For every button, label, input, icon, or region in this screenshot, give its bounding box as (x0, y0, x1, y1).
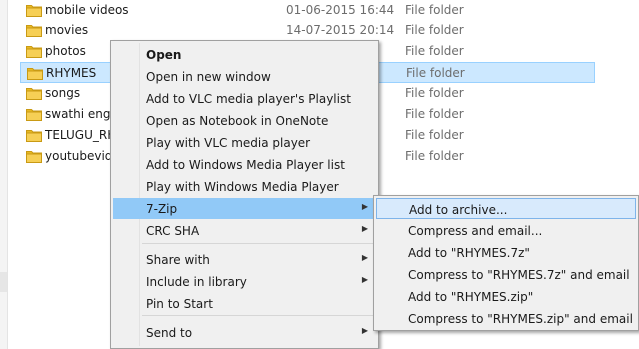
file-type: File folder (405, 23, 464, 37)
file-name: photos (45, 44, 86, 58)
navigation-pane-edge (0, 0, 8, 349)
file-type: File folder (405, 107, 464, 121)
menu-item-label: CRC SHA (146, 224, 200, 238)
file-date: 01-06-2015 16:44 (286, 3, 395, 17)
menu-item-7-zip[interactable]: 7-Zip ▶ (113, 198, 376, 219)
menu-item-play-with-windows-media-player[interactable]: Play with Windows Media Player (113, 176, 376, 197)
menu-item-label: Send to (146, 326, 193, 340)
menu-item-label: Play with Windows Media Player (146, 180, 339, 194)
menu-item-label: Play with VLC media player (146, 136, 311, 150)
menu-item-add-to-windows-media-player-list[interactable]: Add to Windows Media Player list (113, 154, 376, 175)
menu-item-send-to[interactable]: Send to ▶ (113, 322, 376, 343)
menu-item-open-in-new-window[interactable]: Open in new window (113, 66, 376, 87)
submenu-item-compress-and-email[interactable]: Compress and email... (376, 220, 636, 241)
submenu-item-compress-to-rhymes-7z-and-email[interactable]: Compress to "RHYMES.7z" and email (376, 264, 636, 285)
submenu-item-label: Add to "RHYMES.7z" (408, 246, 530, 260)
submenu-item-add-to-rhymes-7z[interactable]: Add to "RHYMES.7z" (376, 242, 636, 263)
file-type: File folder (405, 3, 464, 17)
file-type: File folder (405, 44, 464, 58)
menu-item-add-to-vlc-media-player-s-playlist[interactable]: Add to VLC media player's Playlist (113, 88, 376, 109)
menu-item-include-in-library[interactable]: Include in library ▶ (113, 271, 376, 292)
menu-item-label: Add to Windows Media Player list (146, 158, 345, 172)
menu-item-play-with-vlc-media-player[interactable]: Play with VLC media player (113, 132, 376, 153)
menu-item-share-with[interactable]: Share with ▶ (113, 249, 376, 270)
file-name: youtubevide (45, 149, 120, 163)
folder-icon (26, 4, 42, 17)
submenu-item-label: Add to archive... (409, 203, 508, 217)
file-name: RHYMES (46, 66, 97, 80)
folder-icon (26, 129, 42, 142)
menu-item-open[interactable]: Open (113, 44, 376, 65)
file-type: File folder (405, 149, 464, 163)
submenu-item-label: Compress to "RHYMES.7z" and email (408, 268, 630, 282)
folder-icon (26, 45, 42, 58)
file-name: movies (45, 23, 89, 37)
menu-item-crc-sha[interactable]: CRC SHA ▶ (113, 220, 376, 241)
7zip-submenu: Add to archive... Compress and email... Ad… (373, 195, 639, 331)
folder-icon (27, 67, 43, 80)
folder-icon (26, 24, 42, 37)
file-date: 14-07-2015 20:14 (286, 23, 395, 37)
submenu-item-compress-to-rhymes-zip-and-email[interactable]: Compress to "RHYMES.zip" and email (376, 308, 636, 329)
file-name: mobile videos (45, 3, 129, 17)
submenu-item-label: Add to "RHYMES.zip" (408, 290, 534, 304)
file-type: File folder (405, 128, 464, 142)
menu-item-pin-to-start[interactable]: Pin to Start (113, 293, 376, 314)
submenu-arrow-icon: ▶ (361, 202, 368, 211)
menu-separator (142, 315, 374, 316)
file-name: songs (45, 86, 81, 100)
menu-item-label: Pin to Start (146, 297, 213, 311)
menu-item-label: Include in library (146, 275, 247, 289)
submenu-arrow-icon: ▶ (361, 275, 368, 284)
menu-item-label: Add to VLC media player's Playlist (146, 92, 351, 106)
submenu-arrow-icon: ▶ (361, 326, 368, 335)
submenu-item-add-to-rhymes-zip[interactable]: Add to "RHYMES.zip" (376, 286, 636, 307)
submenu-arrow-icon: ▶ (361, 253, 368, 262)
menu-item-label: Share with (146, 253, 210, 267)
menu-item-label: Open as Notebook in OneNote (146, 114, 329, 128)
scroll-marker (0, 272, 7, 292)
submenu-arrow-icon: ▶ (361, 224, 368, 233)
folder-icon (26, 150, 42, 163)
menu-separator (142, 243, 374, 244)
folder-icon (26, 87, 42, 100)
file-name: TELUGU_RH (45, 128, 117, 142)
file-row[interactable]: movies 14-07-2015 20:14 File folder (20, 20, 595, 41)
file-row[interactable]: mobile videos 01-06-2015 16:44 File folder (20, 0, 595, 21)
menu-item-label: Open in new window (146, 70, 271, 84)
menu-item-open-as-notebook-in-onenote[interactable]: Open as Notebook in OneNote (113, 110, 376, 131)
menu-item-label: Open (146, 48, 182, 62)
file-type: File folder (405, 86, 464, 100)
submenu-item-label: Compress to "RHYMES.zip" and email (408, 312, 633, 326)
context-menu: Open Open in new window Add to VLC media p… (110, 40, 379, 349)
folder-icon (26, 108, 42, 121)
file-type: File folder (406, 66, 465, 80)
submenu-item-label: Compress and email... (408, 224, 543, 238)
submenu-item-add-to-archive[interactable]: Add to archive... (376, 198, 636, 219)
menu-item-label: 7-Zip (146, 202, 178, 216)
